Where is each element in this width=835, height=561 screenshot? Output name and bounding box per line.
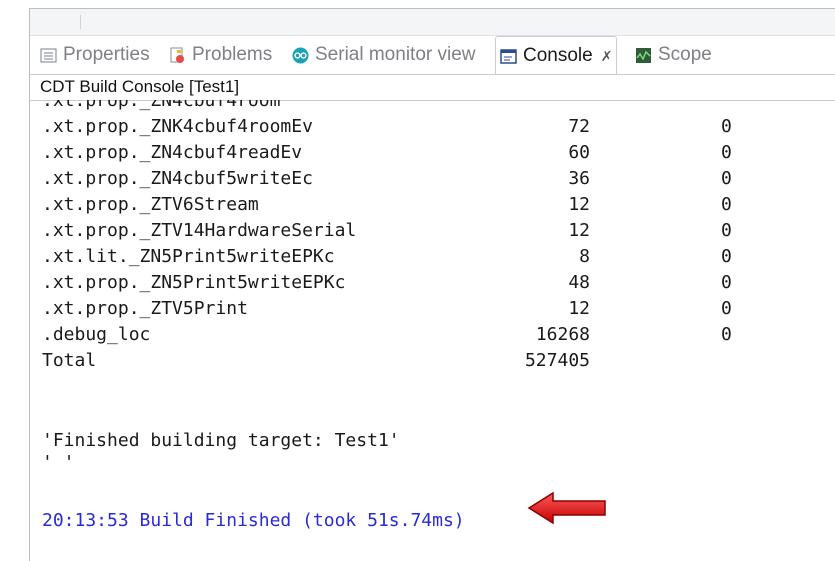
editor-strip	[30, 9, 835, 36]
section-name: .xt.prop._ZTV6Stream	[42, 194, 259, 215]
section-addr: 0	[721, 220, 732, 241]
table-row: .xt.prop._ZNK4cbuf4roomEv 72 0	[42, 116, 822, 142]
section-size: 72	[568, 116, 590, 137]
section-size: 48	[568, 272, 590, 293]
close-icon[interactable]: ✗	[601, 48, 613, 65]
section-addr: 0	[721, 116, 732, 137]
section-size: 12	[568, 220, 590, 241]
view-tab-bar: Properties Problems Serial monitor view …	[30, 36, 835, 75]
console-output[interactable]: .xt.prop._ZN4cbuf4room .xt.prop._ZNK4cbu…	[30, 100, 835, 561]
properties-icon	[40, 47, 57, 64]
tab-properties[interactable]: Properties	[40, 36, 150, 74]
problems-icon	[169, 47, 186, 64]
table-row: .xt.prop._ZN4cbuf4readEv 60 0	[42, 142, 822, 168]
section-name: .xt.prop._ZNK4cbuf4roomEv	[42, 116, 313, 137]
strip-divider	[80, 15, 81, 29]
section-addr: 0	[721, 298, 732, 319]
section-size: 12	[568, 298, 590, 319]
section-addr: 0	[721, 272, 732, 293]
red-arrow-icon	[527, 491, 606, 525]
table-row: .xt.prop._ZTV14HardwareSerial 12 0	[42, 220, 822, 246]
section-size: 12	[568, 194, 590, 215]
total-size: 527405	[524, 350, 590, 371]
section-addr: 0	[721, 142, 732, 163]
console-title: CDT Build Console [Test1]	[40, 77, 240, 96]
section-name: .xt.prop._ZTV14HardwareSerial	[42, 220, 357, 241]
table-row: .xt.prop._ZTV6Stream 12 0	[42, 194, 822, 220]
section-name: .xt.prop._ZN4cbuf5writeEc	[42, 168, 313, 189]
section-addr: 0	[721, 246, 732, 267]
section-size: 16268	[535, 324, 590, 345]
tab-console[interactable]: Console ✗	[495, 36, 618, 75]
table-row: .xt.prop._ZN4cbuf5writeEc 36 0	[42, 168, 822, 194]
table-row: .xt.prop._ZTV5Print 12 0	[42, 298, 822, 324]
section-size: 36	[568, 168, 590, 189]
section-name: .xt.lit._ZN5Print5writeEPKc	[42, 246, 335, 267]
table-row: .debug_loc 16268 0	[42, 324, 822, 350]
tab-problems[interactable]: Problems	[169, 36, 272, 74]
section-size: 60	[568, 142, 590, 163]
section-name: .debug_loc	[42, 324, 151, 345]
finished-message: 'Finished building target: Test1'	[42, 430, 400, 451]
tab-console-label: Console	[523, 45, 593, 66]
quote-line: ' '	[42, 452, 75, 473]
total-label: Total	[42, 350, 97, 371]
section-addr: 0	[721, 168, 732, 189]
tab-scope[interactable]: Scope	[635, 36, 712, 74]
tab-properties-label: Properties	[63, 44, 150, 65]
section-name: .xt.prop._ZN5Print5writeEPKc	[42, 272, 346, 293]
console-icon	[500, 48, 517, 65]
section-size: 8	[579, 246, 590, 267]
section-name: .xt.prop._ZTV5Print	[42, 298, 248, 319]
table-row: .xt.lit._ZN5Print5writeEPKc 8 0	[42, 246, 822, 272]
serial-monitor-icon	[292, 47, 309, 64]
section-name: .xt.prop._ZN4cbuf4readEv	[42, 142, 303, 163]
section-addr: 0	[721, 194, 732, 215]
tab-scope-label: Scope	[658, 44, 712, 65]
tab-serial-monitor-label: Serial monitor view	[315, 44, 476, 65]
table-row-total: Total 527405	[42, 350, 822, 376]
ide-view-frame: Properties Problems Serial monitor view …	[29, 8, 835, 561]
build-status-line: 20:13:53 Build Finished (took 51s.74ms)	[42, 510, 465, 531]
console-title-bar: CDT Build Console [Test1]	[30, 74, 835, 101]
tab-serial-monitor[interactable]: Serial monitor view	[292, 36, 476, 74]
tab-problems-label: Problems	[192, 44, 273, 65]
partial-output-line: .xt.prop._ZN4cbuf4room	[42, 100, 281, 111]
scope-icon	[635, 47, 652, 64]
section-addr: 0	[721, 324, 732, 345]
table-row: .xt.prop._ZN5Print5writeEPKc 48 0	[42, 272, 822, 298]
